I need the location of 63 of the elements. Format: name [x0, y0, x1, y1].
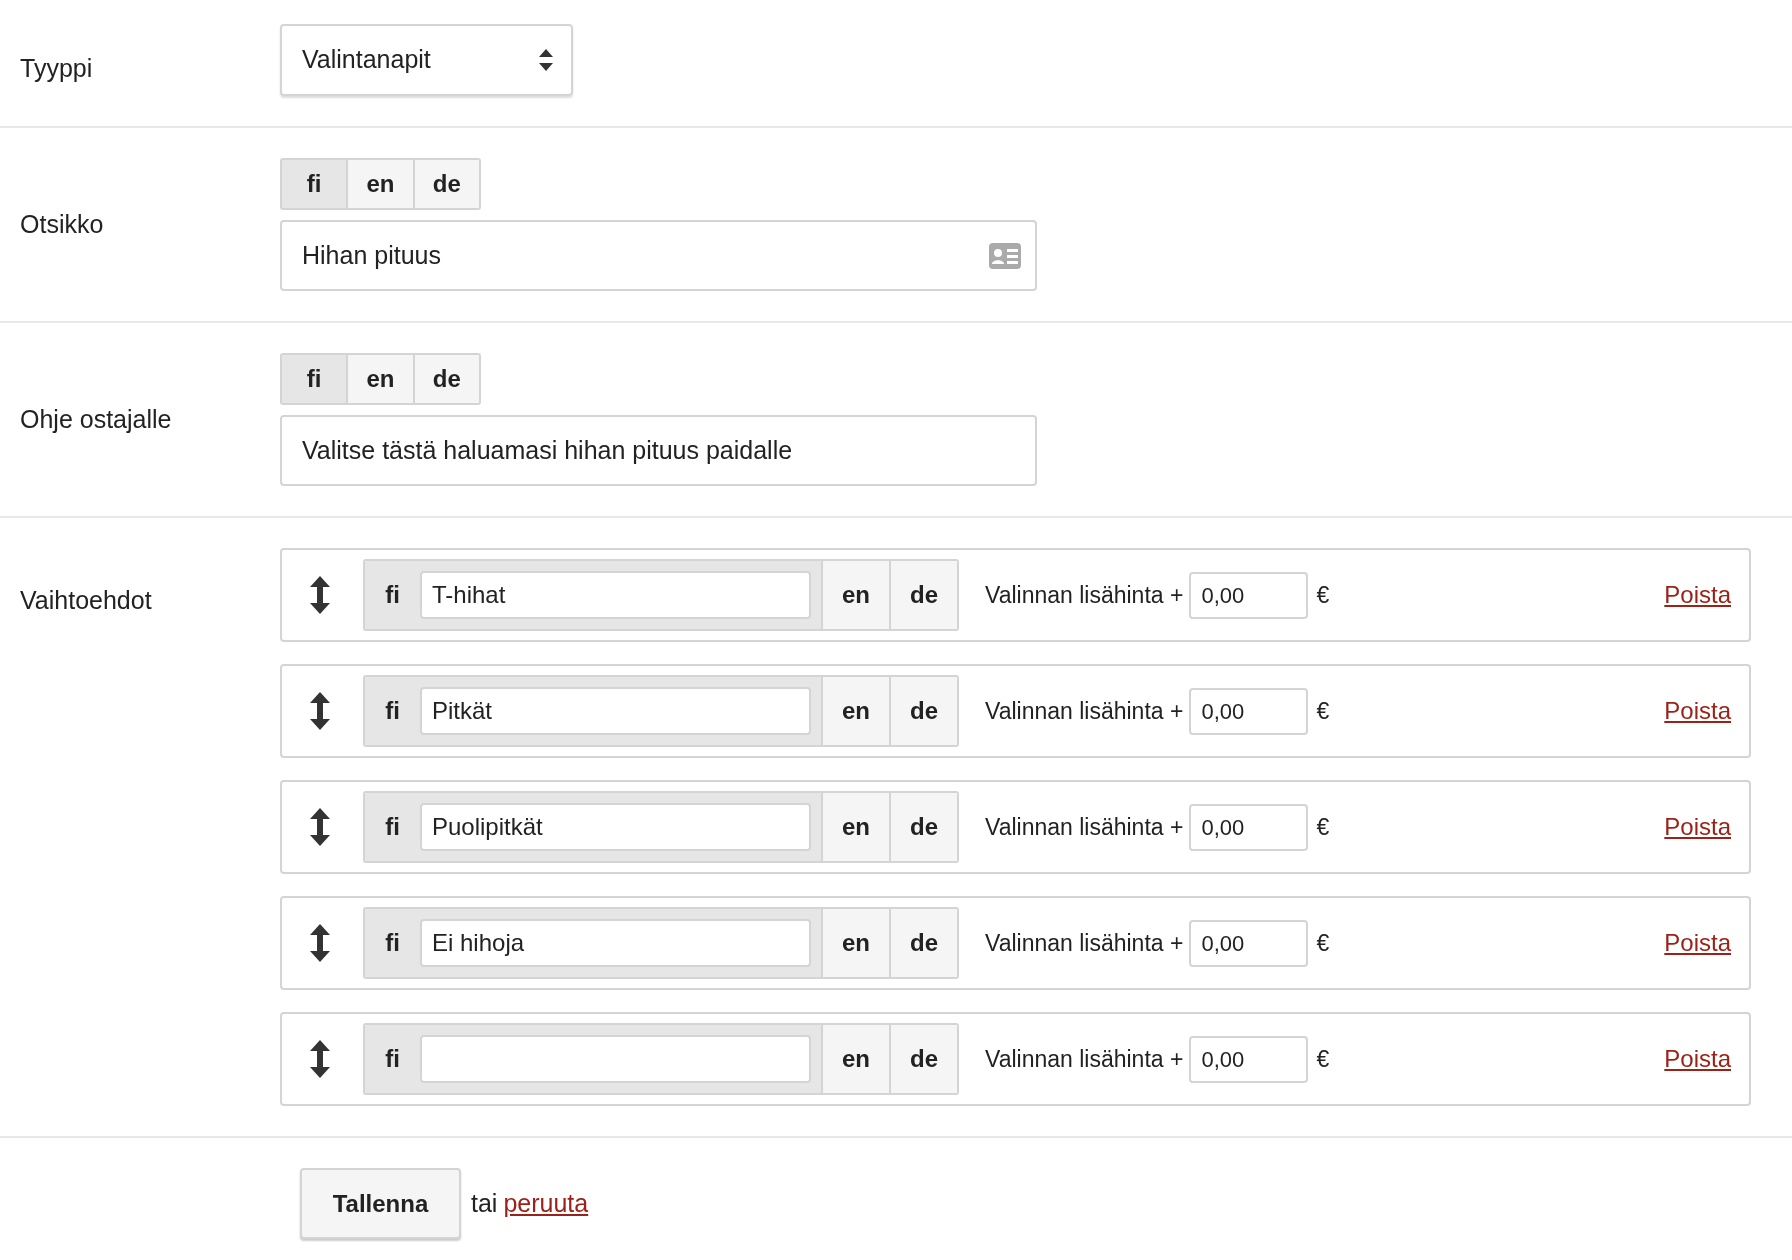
- price-label: Valinnan lisähinta +: [985, 1044, 1184, 1074]
- language-tab[interactable]: fi: [365, 561, 420, 629]
- price-label: Valinnan lisähinta +: [985, 580, 1184, 610]
- field-label: Ohje ostajalle: [19, 403, 173, 435]
- separator-text: tai: [471, 1187, 498, 1219]
- language-tab[interactable]: fi: [282, 355, 347, 403]
- language-tab[interactable]: en: [346, 160, 413, 208]
- text-field[interactable]: Valitse tästä haluamasi hihan pituus paidalle: [280, 415, 1037, 486]
- price-field[interactable]: 0,00: [1189, 803, 1309, 851]
- language-tab[interactable]: fi: [365, 677, 420, 745]
- save-button[interactable]: Tallenna: [300, 1168, 461, 1239]
- language-tab[interactable]: de: [889, 909, 957, 977]
- price-label: Valinnan lisähinta +: [985, 696, 1184, 726]
- option-name-field[interactable]: Ei hihoja: [420, 919, 811, 967]
- remove-link[interactable]: Poista: [1664, 577, 1731, 613]
- sort-caret-icon: [539, 49, 553, 71]
- price-field[interactable]: 0,00: [1189, 687, 1309, 735]
- language-tab[interactable]: de: [889, 561, 957, 629]
- language-tab[interactable]: en: [821, 677, 889, 745]
- language-tab[interactable]: fi: [365, 909, 420, 977]
- language-tab[interactable]: de: [412, 355, 479, 403]
- price-label: Valinnan lisähinta +: [985, 928, 1184, 958]
- language-tab[interactable]: en: [346, 355, 413, 403]
- language-tab[interactable]: de: [889, 793, 957, 861]
- type-select[interactable]: Valintanapit: [280, 24, 573, 96]
- option-name-field[interactable]: T-hihat: [420, 571, 811, 619]
- vertical-resize-arrow-icon[interactable]: [309, 692, 331, 730]
- option-name-field[interactable]: [420, 1035, 811, 1083]
- currency-symbol: €: [1316, 580, 1330, 610]
- id-card-icon: [989, 242, 1021, 269]
- field-label: Tyyppi: [19, 53, 94, 84]
- field-label: Vaihtoehdot: [19, 585, 153, 616]
- currency-symbol: €: [1316, 1044, 1330, 1074]
- language-tab[interactable]: fi: [282, 160, 347, 208]
- language-tab[interactable]: de: [889, 1025, 957, 1093]
- vertical-resize-arrow-icon[interactable]: [309, 808, 331, 846]
- option-name-field[interactable]: Pitkät: [420, 687, 811, 735]
- currency-symbol: €: [1316, 696, 1330, 726]
- price-field[interactable]: 0,00: [1189, 1035, 1309, 1083]
- option-name-field[interactable]: Puolipitkät: [420, 803, 811, 851]
- cancel-link[interactable]: peruuta: [503, 1184, 589, 1223]
- remove-link[interactable]: Poista: [1664, 1041, 1731, 1077]
- field-label: Otsikko: [19, 208, 105, 240]
- language-tab[interactable]: en: [821, 1025, 889, 1093]
- text-field[interactable]: Hihan pituus: [280, 220, 1037, 291]
- language-tab[interactable]: de: [412, 160, 479, 208]
- vertical-resize-arrow-icon[interactable]: [309, 576, 331, 614]
- language-tab[interactable]: de: [889, 677, 957, 745]
- language-tab[interactable]: fi: [365, 793, 420, 861]
- remove-link[interactable]: Poista: [1664, 809, 1731, 845]
- remove-link[interactable]: Poista: [1664, 693, 1731, 729]
- vertical-resize-arrow-icon[interactable]: [309, 924, 331, 962]
- language-tab[interactable]: fi: [365, 1025, 420, 1093]
- remove-link[interactable]: Poista: [1664, 925, 1731, 961]
- vertical-resize-arrow-icon[interactable]: [309, 1040, 331, 1078]
- price-field[interactable]: 0,00: [1189, 919, 1309, 967]
- language-tab[interactable]: en: [821, 793, 889, 861]
- currency-symbol: €: [1316, 928, 1330, 958]
- language-tab[interactable]: en: [821, 561, 889, 629]
- price-label: Valinnan lisähinta +: [985, 812, 1184, 842]
- currency-symbol: €: [1316, 812, 1330, 842]
- price-field[interactable]: 0,00: [1189, 571, 1309, 619]
- language-tab[interactable]: en: [821, 909, 889, 977]
